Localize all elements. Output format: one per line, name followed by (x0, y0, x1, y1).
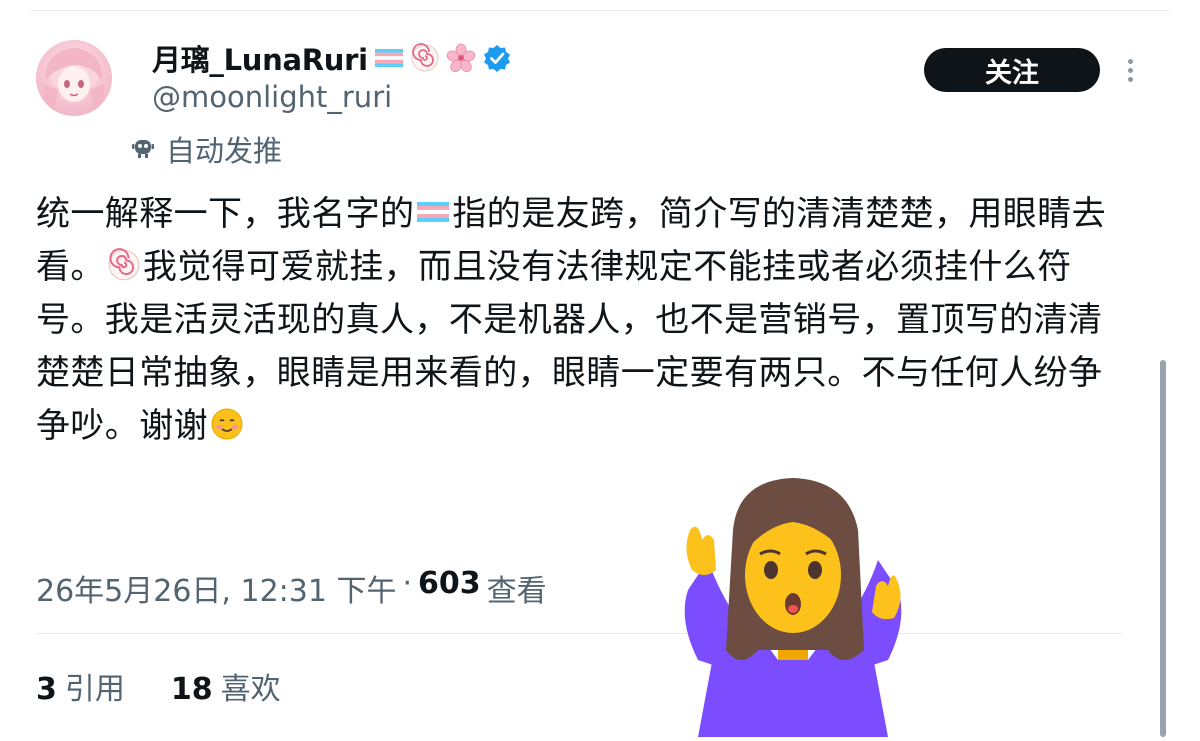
likes-count: 18 (170, 672, 213, 707)
quotes-count: 3 (36, 672, 57, 707)
quotes-stat[interactable]: 3 引用 (36, 664, 125, 708)
top-divider (30, 10, 1170, 11)
tweet-text-part1: 统一解释一下，我名字的 (36, 194, 415, 234)
meta-separator: · (402, 566, 413, 601)
more-options-icon[interactable] (1118, 56, 1142, 88)
tweet-meta: 26年5月26日, 12:31 下午 · 603 查看 (36, 566, 547, 610)
scrollbar[interactable] (1160, 360, 1166, 737)
smiling-face-icon (210, 404, 244, 440)
automated-label-text: 自动发推 (166, 134, 283, 168)
transgender-flag-icon (416, 192, 450, 226)
display-name[interactable]: 月璃_LunaRuri (152, 37, 368, 79)
views-count[interactable]: 603 (418, 566, 481, 610)
views-label: 查看 (486, 574, 547, 609)
likes-stat[interactable]: 18 喜欢 (171, 664, 281, 708)
fishcake-icon (410, 43, 440, 73)
verified-badge-icon[interactable] (482, 43, 512, 73)
automated-account-label[interactable]: 自动发推 (128, 128, 282, 170)
timestamp[interactable]: 26年5月26日, 12:31 下午 (36, 566, 397, 610)
stats-divider (36, 633, 1122, 634)
avatar[interactable] (36, 40, 112, 116)
tweet-text: 统一解释一下，我名字的 指的是友跨，简介写的清清楚楚，用眼睛去看。 我觉得可爱就挂，… (36, 188, 1116, 453)
transgender-flag-icon (374, 43, 404, 73)
follow-button[interactable]: 关注 (924, 48, 1100, 92)
tweet-text-part3: 我觉得可爱就挂，而且没有法律规定不能挂或者必须挂什么符号。我是活灵活现的真人，不… (36, 247, 1103, 446)
robot-icon (128, 132, 158, 166)
woman-shrugging-icon (668, 470, 918, 737)
fishcake-icon (107, 245, 141, 281)
engagement-stats: 3 引用 18 喜欢 (36, 664, 281, 708)
cherry-blossom-icon (446, 43, 476, 73)
quotes-label: 引用 (64, 672, 125, 707)
name-row: 月璃_LunaRuri (152, 38, 512, 78)
user-handle[interactable]: @moonlight_ruri (152, 80, 392, 114)
likes-label: 喜欢 (220, 672, 281, 707)
